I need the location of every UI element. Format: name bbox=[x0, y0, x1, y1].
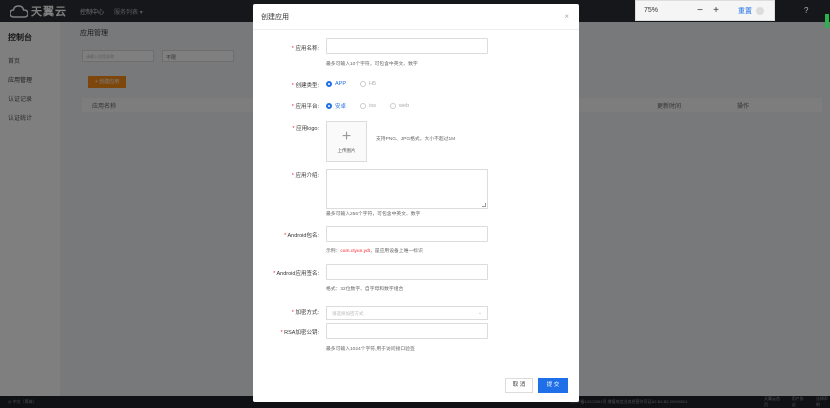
android-signature-input[interactable] bbox=[326, 264, 488, 280]
android-signature-label: * Android应用签名: bbox=[273, 271, 319, 277]
app-name-hint: 最多可输入10个字符，可包含中英文、数字 bbox=[326, 62, 418, 67]
platform-ios-radio[interactable]: ios bbox=[360, 103, 376, 109]
encryption-select[interactable]: 请选择加密方式 ⌄ bbox=[326, 306, 488, 320]
chevron-down-icon: ⌄ bbox=[477, 310, 482, 316]
modal-title: 创建应用 bbox=[261, 13, 289, 21]
upload-label: 上传图片 bbox=[337, 147, 356, 153]
app-name-label: * 应用名称: bbox=[291, 46, 319, 52]
resize-handle-icon[interactable] bbox=[482, 203, 486, 207]
toggle-icon bbox=[756, 6, 764, 15]
rsa-key-input[interactable] bbox=[326, 323, 488, 339]
zoom-level: 75% bbox=[644, 7, 659, 14]
logo-label: * 应用logo: bbox=[292, 126, 319, 132]
submit-button[interactable]: 提 交 bbox=[538, 378, 568, 393]
logo-upload-button[interactable]: + 上传图片 bbox=[326, 121, 367, 162]
zoom-bar: 75% − + 重置 bbox=[635, 0, 775, 21]
plus-icon: + bbox=[341, 127, 352, 145]
android-package-input[interactable] bbox=[326, 226, 488, 242]
create-type-radio-group: APP H5 bbox=[326, 81, 390, 87]
help-icon[interactable]: ? bbox=[804, 6, 808, 15]
create-type-label: * 创建类型: bbox=[291, 83, 319, 89]
intro-textarea[interactable] bbox=[326, 169, 488, 209]
platform-label: * 应用平台: bbox=[291, 104, 319, 110]
logo-hint: 支持PNG、JPG格式，大小不超过1M bbox=[376, 137, 456, 142]
modal-footer: 取 消 提 交 bbox=[253, 372, 579, 402]
rsa-key-hint: 最多可输入1024个字符,用于访问接口验签 bbox=[326, 347, 415, 352]
zoom-out-button[interactable]: − bbox=[692, 5, 708, 16]
create-type-h5-radio[interactable]: H5 bbox=[360, 81, 376, 87]
create-app-modal: 创建应用 × * 应用名称: 最多可输入10个字符，可包含中英文、数字 * 创建… bbox=[253, 4, 579, 402]
encryption-label: * 加密方式: bbox=[291, 310, 319, 316]
intro-hint: 最多可输入256个字符，可包含中英文、数字 bbox=[326, 212, 421, 217]
android-signature-hint: 格式：32位数字、自字母和数字组合 bbox=[326, 287, 404, 292]
platform-radio-group: 安卓 ios web bbox=[326, 102, 423, 110]
android-package-label: * Android包名: bbox=[284, 233, 319, 239]
zoom-reset-button[interactable]: 重置 bbox=[738, 6, 752, 16]
intro-label: * 应用介绍: bbox=[291, 173, 319, 179]
modal-header: 创建应用 bbox=[253, 4, 579, 30]
zoom-in-button[interactable]: + bbox=[708, 5, 724, 16]
rsa-key-label: * RSA加密公钥: bbox=[280, 330, 319, 336]
platform-android-radio[interactable]: 安卓 bbox=[326, 102, 346, 110]
platform-web-radio[interactable]: web bbox=[390, 103, 409, 109]
close-icon[interactable]: × bbox=[564, 12, 569, 21]
scroll-indicator-icon bbox=[825, 14, 829, 28]
app-name-input[interactable] bbox=[326, 38, 488, 54]
android-package-hint: 示例：com.ctyun.ydt，是应用设备上唯一标识 bbox=[326, 249, 423, 254]
create-type-app-radio[interactable]: APP bbox=[326, 81, 346, 87]
cancel-button[interactable]: 取 消 bbox=[505, 378, 533, 393]
